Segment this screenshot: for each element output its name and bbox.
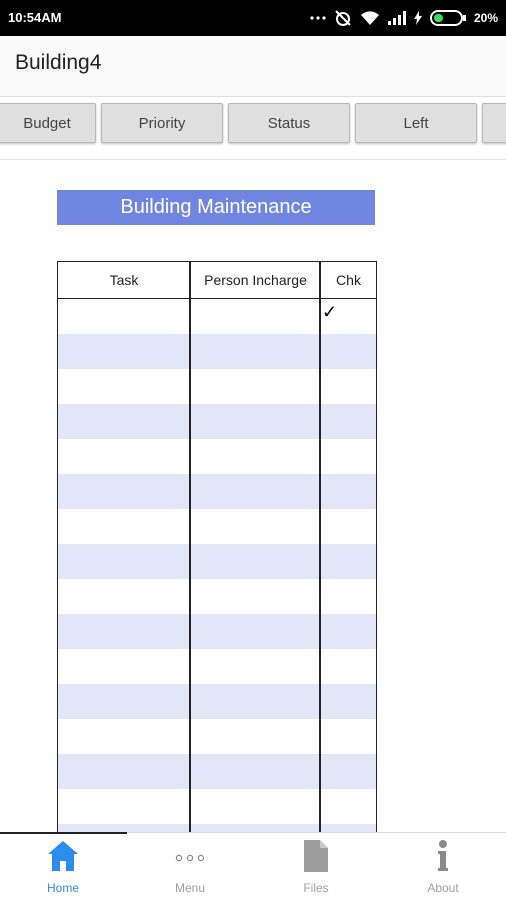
tab-priority-label: Priority xyxy=(138,114,186,132)
nav-files[interactable]: Files xyxy=(253,833,379,901)
alarm-off-icon xyxy=(334,9,352,27)
column-header-task: Task xyxy=(109,272,139,288)
column-header-chk: Chk xyxy=(336,272,361,288)
nav-files-label: Files xyxy=(303,881,329,895)
table-row[interactable] xyxy=(58,474,376,509)
table-row[interactable] xyxy=(58,544,376,579)
tab-priority[interactable]: Priority xyxy=(101,103,223,143)
tab-left[interactable]: Left xyxy=(355,103,477,143)
column-divider xyxy=(189,262,191,833)
table-row[interactable] xyxy=(58,719,376,754)
signal-icon xyxy=(387,11,406,25)
column-header-person: Person Incharge xyxy=(204,272,307,288)
table-row[interactable] xyxy=(58,334,376,369)
table-row[interactable] xyxy=(58,649,376,684)
nav-menu-label: Menu xyxy=(174,881,206,895)
tab-budget-label: Budget xyxy=(23,114,71,132)
table-row[interactable] xyxy=(58,404,376,439)
app-bar: Building4 xyxy=(0,36,506,97)
bottom-navigation: Home Menu Files About xyxy=(0,832,506,901)
tab-status-label: Status xyxy=(267,114,311,132)
status-icons: 20% xyxy=(310,8,498,28)
table-row[interactable] xyxy=(58,369,376,404)
nav-about[interactable]: About xyxy=(380,833,506,901)
tab-next[interactable] xyxy=(482,103,506,143)
table-row[interactable] xyxy=(58,579,376,614)
info-icon xyxy=(436,839,450,878)
status-bar: 10:54AM 20% xyxy=(0,0,506,36)
file-icon xyxy=(303,839,329,878)
checkmark-icon[interactable]: ✓ xyxy=(322,302,337,323)
nav-about-label: About xyxy=(427,881,459,895)
nav-home[interactable]: Home xyxy=(0,833,126,901)
table-row[interactable] xyxy=(58,614,376,649)
battery-icon xyxy=(429,10,466,26)
tab-budget[interactable]: Budget xyxy=(0,103,96,143)
menu-dots-icon xyxy=(175,849,205,867)
charging-icon xyxy=(413,11,422,25)
table-row[interactable] xyxy=(58,509,376,544)
status-time: 10:54AM xyxy=(8,10,62,25)
home-icon xyxy=(47,839,79,878)
sheet-tab-bar: Budget Priority Status Left xyxy=(0,97,506,160)
nav-home-label: Home xyxy=(46,881,79,895)
table-row[interactable] xyxy=(58,439,376,474)
sheet-title-text: Building Maintenance xyxy=(120,196,312,218)
maintenance-table: Task Person Incharge Chk ✓ xyxy=(57,261,377,833)
column-divider xyxy=(319,262,321,833)
table-row[interactable] xyxy=(58,789,376,824)
table-row[interactable] xyxy=(58,754,376,789)
wifi-icon xyxy=(360,10,380,26)
nav-menu[interactable]: Menu xyxy=(127,833,253,901)
tab-left-label: Left xyxy=(403,114,429,132)
tab-status[interactable]: Status xyxy=(228,103,350,143)
page-title: Building4 xyxy=(15,51,102,74)
sheet-title: Building Maintenance xyxy=(57,190,375,225)
battery-percent: 20% xyxy=(473,11,498,25)
more-dots-icon xyxy=(310,15,326,21)
table-header: Task Person Incharge Chk xyxy=(58,262,376,299)
table-row[interactable] xyxy=(58,684,376,719)
